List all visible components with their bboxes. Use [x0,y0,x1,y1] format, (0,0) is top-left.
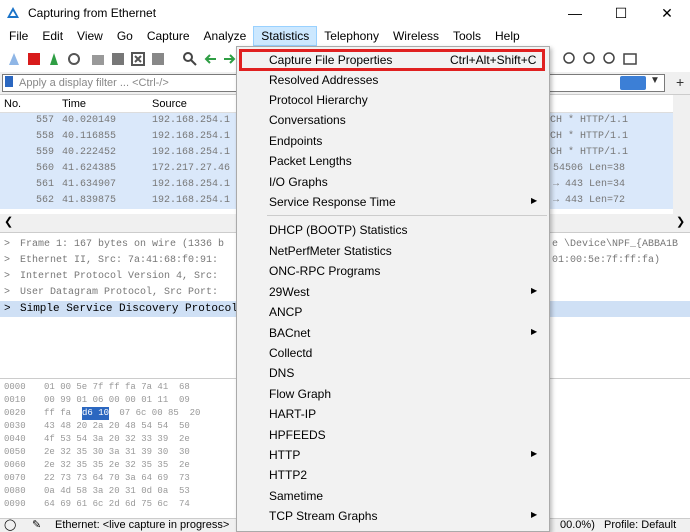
menu-item-dns[interactable]: DNS [237,363,549,383]
close-icon[interactable]: ✕ [644,0,690,26]
submenu-arrow-icon: ▶ [531,286,538,295]
menu-go[interactable]: Go [110,26,140,46]
menu-separator [267,215,547,216]
menu-item-io-graphs[interactable]: I/O Graphs [237,172,549,192]
menu-view[interactable]: View [70,26,110,46]
menu-item-hpfeeds[interactable]: HPFEEDS [237,425,549,445]
menu-item-protocol-hierarchy[interactable]: Protocol Hierarchy [237,90,549,110]
status-text: Ethernet: <live capture in progress> [55,519,230,531]
zoom-in-icon[interactable] [562,51,578,67]
menu-item-dhcp-statistics[interactable]: DHCP (BOOTP) Statistics [237,220,549,240]
menu-edit[interactable]: Edit [35,26,70,46]
packet-list-scrollbar[interactable] [673,95,690,215]
scroll-left-icon[interactable]: ❮ [4,215,13,228]
menu-capture[interactable]: Capture [140,26,197,46]
submenu-arrow-icon: ▶ [531,327,538,336]
minimize-icon[interactable]: — [552,0,598,26]
status-percent: 00.0%) [560,519,595,531]
menu-item-endpoints[interactable]: Endpoints [237,131,549,151]
filter-dropdown-icon[interactable]: ▼ [650,75,660,86]
title-bar: Capturing from Ethernet — ☐ ✕ [0,0,690,26]
menu-item-collectd[interactable]: Collectd [237,343,549,363]
menu-wireless[interactable]: Wireless [386,26,446,46]
menu-bar: File Edit View Go Capture Analyze Statis… [0,26,690,46]
close-file-icon[interactable] [130,51,146,67]
start-capture-icon[interactable] [6,51,22,67]
window-title: Capturing from Ethernet [28,6,157,20]
statistics-menu: Capture File Properties Ctrl+Alt+Shift+C … [236,46,550,532]
submenu-arrow-icon: ▶ [531,449,538,458]
menu-item-sametime[interactable]: Sametime [237,486,549,506]
capture-options-icon[interactable] [66,51,82,67]
resize-columns-icon[interactable] [622,51,638,67]
apply-filter-icon[interactable] [620,76,646,90]
menu-item-conversations[interactable]: Conversations [237,110,549,130]
menu-item-http2[interactable]: HTTP2 [237,465,549,485]
menu-item-29west[interactable]: 29West ▶ [237,282,549,302]
menu-item-bacnet[interactable]: BACnet ▶ [237,323,549,343]
menu-item-service-response-time[interactable]: Service Response Time ▶ [237,192,549,212]
find-packet-icon[interactable] [182,51,198,67]
reload-icon[interactable] [150,51,166,67]
highlight-box [239,49,545,71]
go-back-icon[interactable] [202,51,218,67]
status-edit-icon[interactable]: ✎ [32,519,41,532]
status-capture-icon[interactable]: ◯ [4,519,16,532]
menu-telephony[interactable]: Telephony [317,26,386,46]
col-time[interactable]: Time [62,98,86,110]
menu-tools[interactable]: Tools [446,26,488,46]
scroll-right-icon[interactable]: ❯ [676,215,685,228]
add-filter-icon[interactable]: + [676,74,684,90]
col-no[interactable]: No. [4,98,21,110]
menu-item-flow-graph[interactable]: Flow Graph [237,384,549,404]
restart-capture-icon[interactable] [46,51,62,67]
menu-item-hart-ip[interactable]: HART-IP [237,404,549,424]
menu-help[interactable]: Help [488,26,527,46]
maximize-icon[interactable]: ☐ [598,0,644,26]
status-profile[interactable]: Profile: Default [604,519,676,532]
submenu-arrow-icon: ▶ [531,510,538,519]
menu-analyze[interactable]: Analyze [197,26,254,46]
normal-size-icon[interactable] [602,51,618,67]
menu-item-onc-rpc[interactable]: ONC-RPC Programs [237,261,549,281]
open-file-icon[interactable] [90,51,106,67]
menu-item-netperfmeter[interactable]: NetPerfMeter Statistics [237,241,549,261]
menu-statistics[interactable]: Statistics [253,26,318,46]
menu-item-ancp[interactable]: ANCP [237,302,549,322]
wireshark-fin-icon [7,7,19,18]
menu-item-packet-lengths[interactable]: Packet Lengths [237,151,549,171]
submenu-arrow-icon: ▶ [531,196,538,205]
zoom-out-icon[interactable] [582,51,598,67]
menu-file[interactable]: File [2,26,35,46]
menu-item-http[interactable]: HTTP ▶ [237,445,549,465]
menu-item-resolved-addresses[interactable]: Resolved Addresses [237,70,549,90]
col-source[interactable]: Source [152,98,187,110]
stop-capture-icon[interactable] [26,51,42,67]
menu-item-tcp-stream-graphs[interactable]: TCP Stream Graphs ▶ [237,506,549,526]
save-file-icon[interactable] [110,51,126,67]
bookmark-icon[interactable] [5,76,13,87]
